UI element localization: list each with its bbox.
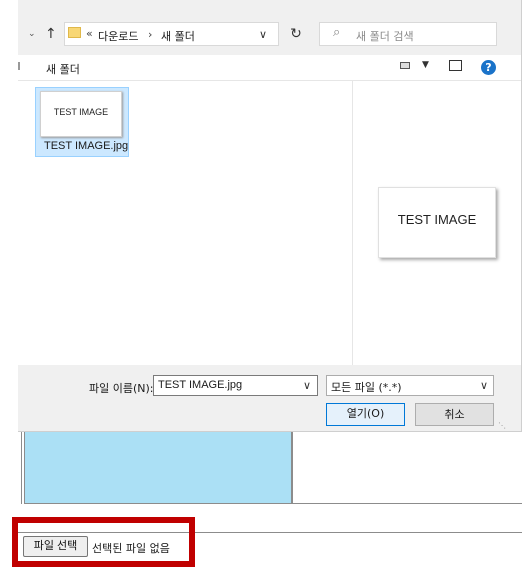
nav-pane-edge	[18, 62, 20, 70]
page-divider-left	[21, 432, 22, 504]
header-divider	[18, 80, 521, 81]
search-input[interactable]: 새 폴더 검색	[356, 28, 414, 44]
choose-file-button[interactable]: 파일 선택	[23, 536, 88, 557]
help-icon[interactable]: ?	[481, 60, 496, 75]
filename-chevron-down-icon[interactable]: ∨	[303, 379, 311, 392]
file-name-label[interactable]: TEST IMAGE.jpg	[44, 140, 128, 152]
preview-divider	[352, 80, 353, 365]
preview-image-text: TEST IMAGE	[397, 212, 477, 227]
file-type-chevron-down-icon[interactable]: ∨	[480, 379, 488, 392]
recent-locations-chevron-icon[interactable]: ⌄	[28, 29, 36, 39]
open-button[interactable]: 열기(O)	[326, 403, 405, 426]
filename-value[interactable]: TEST IMAGE.jpg	[158, 379, 242, 391]
breadcrumb-downloads[interactable]: 다운로드	[98, 28, 138, 44]
refresh-icon[interactable]: ↻	[284, 22, 308, 46]
page-divider-vertical	[292, 432, 293, 504]
resize-grip-icon[interactable]: ⋱	[498, 421, 506, 430]
no-file-selected-text: 선택된 파일 없음	[92, 542, 170, 555]
view-chevron-down-icon[interactable]: ▼	[422, 60, 429, 70]
preview-pane-icon[interactable]	[449, 60, 462, 71]
page-blue-block	[24, 432, 292, 504]
folder-icon	[68, 27, 81, 38]
page-divider-horizontal	[24, 503, 522, 504]
breadcrumb-separator-icon[interactable]: ›	[148, 28, 152, 41]
search-icon: ⌕	[333, 25, 341, 40]
breadcrumb-new-folder[interactable]: 새 폴더	[161, 28, 195, 44]
view-options-icon[interactable]	[400, 62, 410, 69]
breadcrumb-overflow-icon[interactable]: «	[86, 27, 93, 40]
current-folder-label: 새 폴더	[46, 63, 80, 76]
up-arrow-icon[interactable]: ↑	[45, 26, 57, 42]
thumbnail-text: TEST IMAGE	[53, 107, 109, 117]
file-type-value[interactable]: 모든 파일 (*.*)	[331, 379, 402, 395]
address-chevron-down-icon[interactable]: ∨	[259, 28, 267, 41]
cancel-button[interactable]: 취소	[415, 403, 494, 426]
filename-label: 파일 이름(N):	[89, 382, 154, 395]
